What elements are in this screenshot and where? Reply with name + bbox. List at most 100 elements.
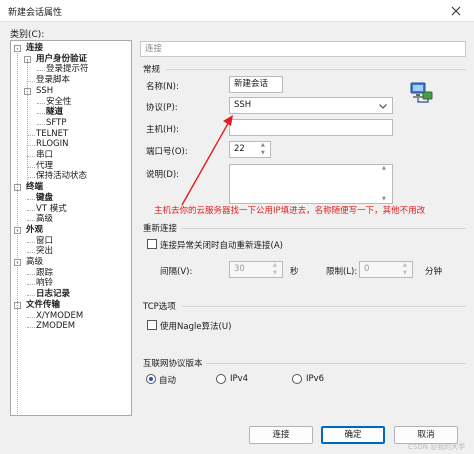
limit-label: 限制(L): xyxy=(326,267,358,277)
tree-item[interactable]: 外观 xyxy=(26,225,43,236)
ok-button[interactable]: 确定 xyxy=(321,426,385,444)
tree-connector xyxy=(27,166,35,168)
annotation-arrow-icon xyxy=(181,115,233,206)
limit-unit: 分钟 xyxy=(425,267,443,277)
tree-item[interactable]: 串口 xyxy=(36,150,53,161)
host-input[interactable] xyxy=(229,119,393,136)
tree-item[interactable]: 保持活动状态 xyxy=(36,171,87,182)
limit-stepper: 0 ▲ ▼ xyxy=(359,261,413,278)
tree-guide-line xyxy=(17,49,18,414)
host-label: 主机(H): xyxy=(146,125,179,135)
category-label: 类别(C): xyxy=(10,30,45,40)
tree-connector xyxy=(27,316,35,318)
tree-item[interactable]: 响铃 xyxy=(36,278,53,289)
tree-item[interactable]: 安全性 xyxy=(46,97,72,108)
tree-connector xyxy=(27,81,35,83)
spin-down-icon[interactable]: ▼ xyxy=(261,151,269,156)
tree-connector xyxy=(37,102,45,104)
tcp-group-divider xyxy=(182,306,466,307)
general-group-title: 常规 xyxy=(143,65,161,75)
ipv6-radio[interactable] xyxy=(292,374,302,384)
tree-item[interactable]: 窗口 xyxy=(36,236,53,247)
auto-reconnect-label: 连接异常关闭时自动重新连接(A) xyxy=(160,241,283,251)
tree-item[interactable]: 高级 xyxy=(36,214,53,225)
tree-item[interactable]: 终端 xyxy=(26,182,43,193)
description-label: 说明(D): xyxy=(146,170,180,180)
tree-connector xyxy=(27,295,35,297)
connect-button[interactable]: 连接 xyxy=(249,426,313,444)
tree-connector xyxy=(27,145,35,147)
limit-spin-buttons: ▲ ▼ xyxy=(403,262,407,276)
limit-value: 0 xyxy=(364,264,370,274)
title-bar: 新建会话属性 xyxy=(0,0,474,22)
ipv4-label: IPv4 xyxy=(230,374,249,384)
tree-connector xyxy=(27,156,35,157)
scroll-up-icon[interactable]: ▲ xyxy=(382,166,390,171)
close-icon xyxy=(451,6,461,16)
tree-item[interactable]: VT 模式 xyxy=(36,204,67,215)
tree-connector xyxy=(27,252,35,254)
interval-unit: 秒 xyxy=(290,267,299,277)
tree-item[interactable]: 突出 xyxy=(36,246,53,257)
reconnect-group-title: 重新连接 xyxy=(143,224,178,234)
port-spin-buttons[interactable]: ▲ ▼ xyxy=(261,143,269,156)
nagle-checkbox[interactable] xyxy=(147,320,157,330)
tree-item[interactable]: SSH xyxy=(36,86,53,97)
tree-item[interactable]: TELNET xyxy=(36,129,68,140)
tree-item[interactable]: 文件传输 xyxy=(26,300,60,311)
description-textarea[interactable] xyxy=(229,164,393,204)
tree-connector xyxy=(27,327,35,329)
tree-item[interactable]: 连接 xyxy=(26,43,43,54)
tree-item[interactable]: 高级 xyxy=(26,257,43,268)
ipv4-radio[interactable] xyxy=(216,374,226,384)
tree-connector xyxy=(27,273,35,275)
tree-item[interactable]: ZMODEM xyxy=(36,321,75,332)
tree-item[interactable]: 隧道 xyxy=(46,107,63,118)
name-label: 名称(N): xyxy=(146,82,179,92)
ip-auto-radio[interactable] xyxy=(146,374,156,384)
ip-version-group-title: 互联网协议版本 xyxy=(143,359,203,369)
tree-item[interactable]: 键盘 xyxy=(36,193,53,204)
session-icon xyxy=(408,80,434,106)
name-input[interactable]: 新建会话 xyxy=(229,76,283,93)
tree-connector xyxy=(27,177,35,179)
spin-up-icon[interactable]: ▲ xyxy=(261,143,269,148)
tree-item[interactable]: 日志记录 xyxy=(36,289,70,300)
tree-connector xyxy=(37,113,45,115)
scroll-down-icon[interactable]: ▼ xyxy=(382,197,390,202)
auto-reconnect-checkbox[interactable] xyxy=(147,239,157,249)
chevron-down-icon xyxy=(379,104,387,109)
interval-spin-buttons: ▲ ▼ xyxy=(273,262,277,276)
tree-guide-line xyxy=(27,60,28,180)
protocol-select[interactable]: SSH xyxy=(229,97,393,114)
annotation-text: 主机去你的云服务器找一下公用IP填进去，名称随便写一下，其他不用改 xyxy=(154,206,426,216)
tree-item[interactable]: 登录脚本 xyxy=(36,75,70,86)
tree-item[interactable]: X/YMODEM xyxy=(36,311,83,322)
tree-connector xyxy=(27,209,35,211)
tree-item[interactable]: SFTP xyxy=(46,118,66,129)
category-tree[interactable]: - 连接 - 用户身份验证 登录提示符 登录脚本 - SSH 安全性 隧道 SFTP TELNET RL… xyxy=(10,40,132,416)
tree-connector xyxy=(37,70,45,72)
tree-item[interactable]: RLOGIN xyxy=(36,139,68,150)
nagle-label: 使用Nagle算法(U) xyxy=(160,322,232,332)
tree-connector xyxy=(27,241,35,243)
tree-connector xyxy=(27,134,35,136)
protocol-label: 协议(P): xyxy=(146,103,178,113)
computer-network-icon xyxy=(410,82,433,103)
close-button[interactable] xyxy=(445,3,467,19)
window-title: 新建会话属性 xyxy=(8,8,63,18)
tree-connector xyxy=(27,198,35,200)
general-group-divider xyxy=(166,69,466,70)
interval-stepper: 30 ▲ ▼ xyxy=(229,261,283,278)
reconnect-group-divider xyxy=(181,228,466,229)
category-header-field: 连接 xyxy=(140,41,466,57)
interval-value: 30 xyxy=(234,264,245,274)
tcp-group-title: TCP选项 xyxy=(143,302,176,312)
tree-connector xyxy=(27,284,35,286)
tree-item[interactable]: 登录提示符 xyxy=(46,64,89,75)
description-scrollbar[interactable]: ▲ ▼ xyxy=(382,166,390,202)
watermark: CSDN @我的大学 xyxy=(408,443,466,451)
tree-connector xyxy=(37,123,45,125)
ip-auto-label: 自动 xyxy=(159,376,177,386)
interval-label: 间隔(V): xyxy=(160,267,193,277)
